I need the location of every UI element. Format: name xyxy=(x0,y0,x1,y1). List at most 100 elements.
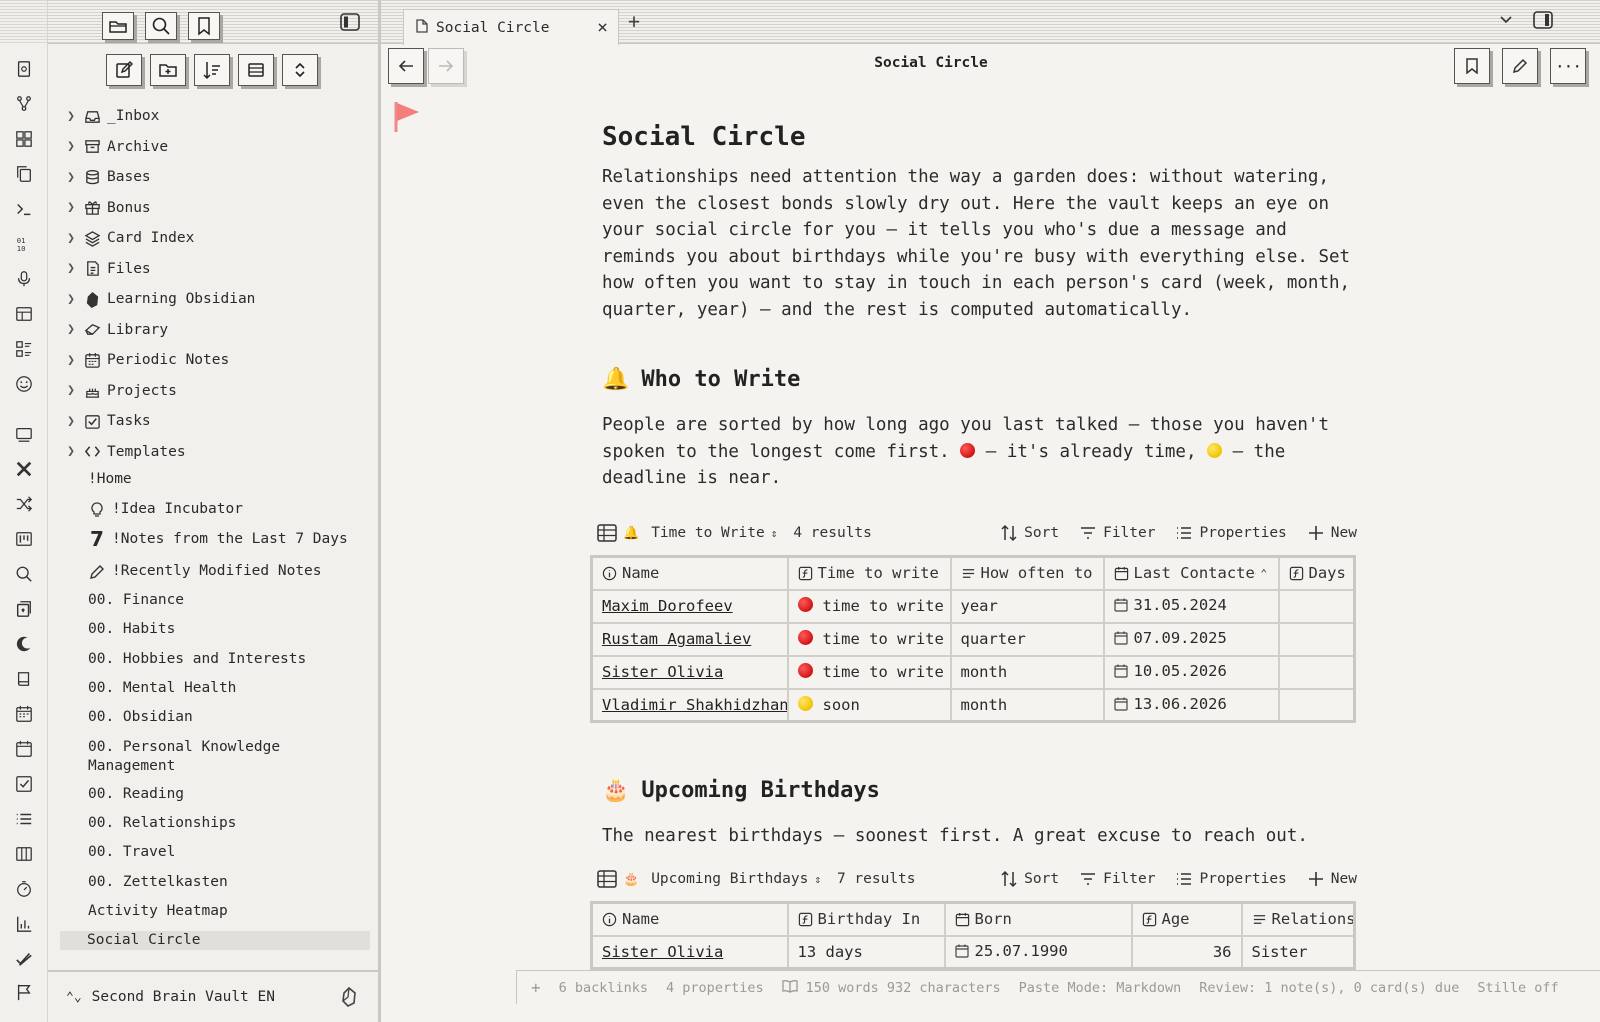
backlinks-count[interactable]: 6 backlinks xyxy=(559,980,648,996)
add-icon[interactable]: + xyxy=(531,978,541,997)
collapse-sidebar-icon[interactable] xyxy=(337,9,363,35)
file-notes-last-7-days[interactable]: 7 !Notes from the Last 7 Days xyxy=(88,529,368,549)
cell-time-to-write[interactable]: soon xyxy=(786,687,952,723)
cell-days[interactable] xyxy=(1277,687,1356,723)
column-header-age[interactable]: Age xyxy=(1130,901,1243,937)
view-header-title[interactable]: Social Circle xyxy=(381,55,1481,71)
flag-icon[interactable] xyxy=(393,100,421,138)
column-header-name[interactable]: Name xyxy=(590,555,789,591)
new-folder-button[interactable] xyxy=(150,54,186,86)
calendar-day-icon[interactable] xyxy=(12,737,36,761)
close-tab-button[interactable]: × xyxy=(597,17,608,38)
folder-learning-obsidian[interactable]: ❯ Learning Obsidian xyxy=(62,285,372,313)
file-00-travel[interactable]: 00. Travel xyxy=(88,843,368,862)
checkbox-icon[interactable] xyxy=(12,772,36,796)
microphone-icon[interactable] xyxy=(12,267,36,291)
tools-icon[interactable] xyxy=(12,457,36,481)
folder-archive[interactable]: ❯ Archive xyxy=(62,133,372,161)
folder-projects[interactable]: ❯ Projects xyxy=(62,377,372,405)
file-social-circle[interactable]: Social Circle xyxy=(60,931,370,950)
file-00-zettelkasten[interactable]: 00. Zettelkasten xyxy=(88,873,368,892)
document-search-icon[interactable] xyxy=(12,57,36,81)
new-button[interactable]: New xyxy=(1307,524,1357,542)
cell-born[interactable]: 25.07.1990 xyxy=(943,934,1133,970)
cell-last-contacted[interactable]: 07.09.2025 xyxy=(1102,621,1280,657)
grid-icon[interactable] xyxy=(12,127,36,151)
cell-relations[interactable]: Sister xyxy=(1240,934,1356,970)
cell-time-to-write[interactable]: time to write xyxy=(786,654,952,690)
table-icon[interactable] xyxy=(597,524,617,542)
person-link[interactable]: Sister Olivia xyxy=(602,663,723,681)
terminal-icon[interactable] xyxy=(12,197,36,221)
file-00-obsidian[interactable]: 00. Obsidian xyxy=(88,708,368,727)
file-00-reading[interactable]: 00. Reading xyxy=(88,785,368,804)
cell-last-contacted[interactable]: 10.05.2026 xyxy=(1102,654,1280,690)
kanban-icon[interactable] xyxy=(12,527,36,551)
new-tab-button[interactable]: + xyxy=(623,9,645,33)
obsidian-logo-icon[interactable] xyxy=(340,986,358,1011)
book-icon[interactable] xyxy=(12,667,36,691)
paste-mode[interactable]: Paste Mode: Markdown xyxy=(1019,980,1182,996)
folder-bases[interactable]: ❯ Bases xyxy=(62,163,372,191)
file-00-mental-health[interactable]: 00. Mental Health xyxy=(88,679,368,698)
properties-button[interactable]: Properties xyxy=(1175,524,1287,542)
list-icon[interactable] xyxy=(12,807,36,831)
results-count[interactable]: 4 results xyxy=(793,525,872,541)
cell-frequency[interactable]: month xyxy=(949,654,1105,690)
review-status[interactable]: Review: 1 note(s), 0 card(s) due xyxy=(1199,980,1459,996)
sort-order-button[interactable] xyxy=(194,54,230,86)
folder-inbox[interactable]: ❯ _Inbox xyxy=(62,102,372,130)
stille-status[interactable]: Stille off xyxy=(1477,980,1558,996)
folder-card-index[interactable]: ❯ Card Index xyxy=(62,224,372,252)
cell-age[interactable]: 36 xyxy=(1130,934,1243,970)
person-link[interactable]: Maxim Dorofeev xyxy=(602,597,733,615)
binary-icon[interactable]: 01 10 xyxy=(12,232,36,256)
check-double-icon[interactable] xyxy=(12,947,36,971)
person-link[interactable]: Rustam Agamaliev xyxy=(602,630,751,648)
cell-days[interactable] xyxy=(1277,621,1356,657)
word-count[interactable]: 150 words 932 characters xyxy=(806,980,1001,996)
folder-bonus[interactable]: ❯ Bonus xyxy=(62,194,372,222)
open-folder-button[interactable] xyxy=(102,12,134,40)
moon-icon[interactable] xyxy=(12,632,36,656)
cell-last-contacted[interactable]: 31.05.2024 xyxy=(1102,588,1280,624)
view-selector[interactable]: 🎂 Upcoming Birthdays ⇕ xyxy=(623,871,821,887)
vault-switcher[interactable]: ⌃⌄ Second Brain Vault EN xyxy=(48,970,378,1022)
cell-time-to-write[interactable]: time to write xyxy=(786,588,952,624)
file-activity-heatmap[interactable]: Activity Heatmap xyxy=(88,902,368,921)
flashcards-icon[interactable] xyxy=(12,597,36,621)
cell-last-contacted[interactable]: 13.06.2026 xyxy=(1102,687,1280,723)
layout-icon[interactable] xyxy=(12,302,36,326)
search-button[interactable] xyxy=(145,12,177,40)
slides-icon[interactable] xyxy=(12,422,36,446)
tab-social-circle[interactable]: Social Circle × xyxy=(403,9,619,45)
column-header-name[interactable]: Name xyxy=(590,901,789,937)
cell-days[interactable] xyxy=(1277,588,1356,624)
toggle-right-sidebar-icon[interactable] xyxy=(1533,11,1553,33)
folder-files[interactable]: ❯ Files xyxy=(62,255,372,283)
file-recently-modified[interactable]: !Recently Modified Notes xyxy=(88,562,368,581)
column-header-frequency[interactable]: How often to keep in touch xyxy=(949,555,1105,591)
list-grid-icon[interactable] xyxy=(12,337,36,361)
folder-templates[interactable]: ❯ Templates xyxy=(62,438,372,466)
folder-tasks[interactable]: ❯ Tasks xyxy=(62,407,372,435)
file-idea-incubator[interactable]: !Idea Incubator xyxy=(88,500,368,519)
file-00-habits[interactable]: 00. Habits xyxy=(88,620,368,639)
cell-days[interactable] xyxy=(1277,654,1356,690)
columns-icon[interactable] xyxy=(12,842,36,866)
file-00-hobbies-and-interests[interactable]: 00. Hobbies and Interests xyxy=(88,650,368,669)
cell-frequency[interactable]: quarter xyxy=(949,621,1105,657)
bookmark-button[interactable] xyxy=(188,12,220,40)
file-home[interactable]: !Home xyxy=(88,470,368,489)
graph-icon[interactable] xyxy=(12,92,36,116)
column-header-days[interactable]: Days xyxy=(1277,555,1356,591)
reading-book-icon[interactable] xyxy=(781,979,798,997)
column-header-relations[interactable]: Relations xyxy=(1240,901,1356,937)
shuffle-icon[interactable] xyxy=(12,492,36,516)
new-button[interactable]: New xyxy=(1307,870,1357,888)
smile-icon[interactable] xyxy=(12,372,36,396)
cell-birthday-in[interactable]: 13 days xyxy=(786,934,946,970)
cell-frequency[interactable]: year xyxy=(949,588,1105,624)
column-header-time-to-write[interactable]: Time to write xyxy=(786,555,952,591)
bar-chart-icon[interactable] xyxy=(12,912,36,936)
